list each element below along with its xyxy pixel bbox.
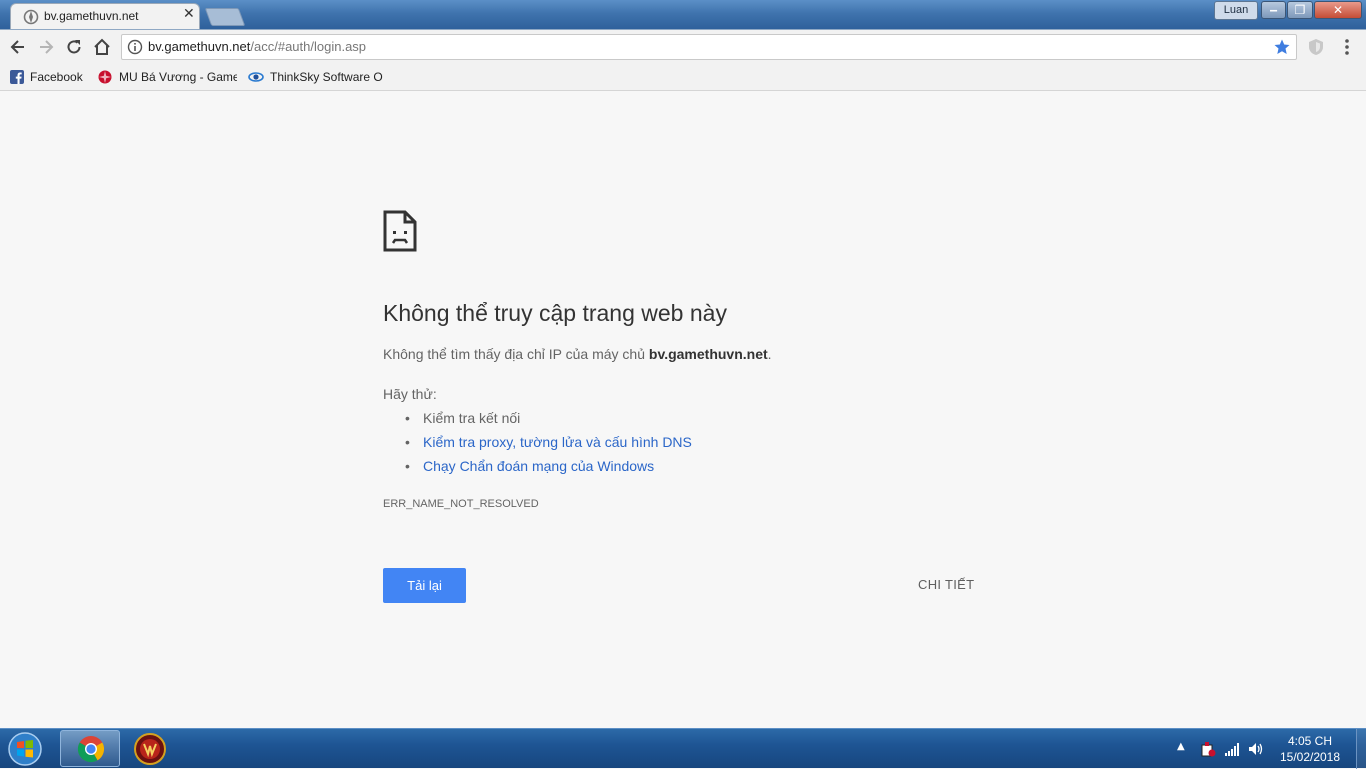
error-description-text: Không thể tìm thấy địa chỉ IP của máy ch… <box>383 346 649 362</box>
error-code: ERR_NAME_NOT_RESOLVED <box>383 498 539 510</box>
new-tab-button[interactable] <box>204 8 246 26</box>
error-page: Không thể truy cập trang web này Không t… <box>0 91 1366 728</box>
profile-badge[interactable]: Luan <box>1214 1 1258 20</box>
url-path: /acc/#auth/login.asp <box>250 39 367 54</box>
details-button[interactable]: CHI TIẾT <box>918 577 974 592</box>
minimize-icon: ‒ <box>1269 3 1278 17</box>
bookmark-facebook[interactable]: Facebook <box>10 67 90 87</box>
url-host: bv.gamethuvn.net <box>148 39 251 54</box>
close-window-button[interactable]: ✕ <box>1314 1 1362 19</box>
suggestions-list: Kiểm tra kết nối Kiểm tra proxy, tường l… <box>383 407 692 479</box>
windows-start-icon[interactable] <box>4 730 46 768</box>
sad-page-icon <box>383 210 417 252</box>
error-description-end: . <box>767 346 772 362</box>
error-title: Không thể truy cập trang web này <box>383 300 727 326</box>
error-description: Không thể tìm thấy địa chỉ IP của máy ch… <box>383 346 772 362</box>
network-signal-icon[interactable] <box>1223 740 1241 758</box>
error-host: bv.gamethuvn.net <box>648 346 768 362</box>
suggestion-network-diagnostics-link[interactable]: Chạy Chẩn đoán mạng của Windows <box>383 455 692 479</box>
address-bar[interactable]: bv.gamethuvn.net/acc/#auth/login.asp <box>121 34 1297 60</box>
url-text[interactable]: bv.gamethuvn.net/acc/#auth/login.asp <box>148 39 366 54</box>
tab-close-icon[interactable]: ✕ <box>183 6 195 22</box>
tray-app-icon[interactable] <box>1199 740 1217 758</box>
suggestions-label: Hãy thử: <box>383 386 437 402</box>
bookmarks-bar: Facebook MU Bá Vương - Game ThinkSky Sof… <box>0 64 1366 91</box>
site-info-icon[interactable] <box>127 39 143 55</box>
thinksky-icon <box>248 72 264 82</box>
clock-time: 4:05 CH <box>1287 734 1333 748</box>
bookmark-label: MU Bá Vương - Game <box>119 70 237 84</box>
bookmark-star-icon[interactable] <box>1273 38 1291 56</box>
mu-game-icon <box>98 70 112 84</box>
clock-date: 15/02/2018 <box>1279 750 1341 764</box>
maximize-icon: ❐ <box>1294 3 1306 17</box>
facebook-icon <box>10 70 24 84</box>
tray-expand-icon[interactable]: ▲ <box>1177 741 1185 752</box>
maximize-button[interactable]: ❐ <box>1287 1 1313 19</box>
home-icon[interactable] <box>92 37 112 57</box>
active-tab[interactable]: bv.gamethuvn.net ✕ <box>10 3 200 30</box>
windows-taskbar: ▲ 4:05 CH 15/02/2018 <box>0 728 1366 769</box>
show-desktop-button[interactable] <box>1356 729 1366 769</box>
reload-icon[interactable] <box>64 37 84 57</box>
bookmark-mu-ba-vuong[interactable]: MU Bá Vương - Game <box>97 67 237 87</box>
browser-toolbar: bv.gamethuvn.net/acc/#auth/login.asp <box>0 30 1366 64</box>
minimize-button[interactable]: ‒ <box>1261 1 1286 19</box>
extension-shield-icon[interactable] <box>1306 37 1326 57</box>
taskbar-chrome-button[interactable] <box>60 730 120 767</box>
bookmark-label: Facebook <box>30 70 83 84</box>
suggestion-check-proxy-link[interactable]: Kiểm tra proxy, tường lửa và cấu hình DN… <box>383 431 692 455</box>
mu-game-taskbar-icon[interactable] <box>132 732 168 766</box>
close-icon: ✕ <box>1332 3 1344 17</box>
system-clock[interactable]: 4:05 CH 15/02/2018 <box>1272 733 1348 765</box>
tab-title: bv.gamethuvn.net <box>44 9 139 23</box>
suggestion-check-connection: Kiểm tra kết nối <box>383 407 692 431</box>
bookmark-label: ThinkSky Software Of <box>270 70 383 84</box>
forward-arrow-icon[interactable] <box>36 37 56 57</box>
window-title-bar: bv.gamethuvn.net ✕ Luan ‒ ❐ ✕ <box>0 0 1366 30</box>
reload-button[interactable]: Tải lại <box>383 568 466 603</box>
bookmark-thinksky[interactable]: ThinkSky Software Of <box>248 67 383 87</box>
volume-icon[interactable] <box>1247 740 1265 758</box>
chrome-icon <box>77 736 105 763</box>
menu-dots-icon[interactable] <box>1340 38 1354 56</box>
back-arrow-icon[interactable] <box>8 37 28 57</box>
site-favicon-icon <box>23 9 39 25</box>
